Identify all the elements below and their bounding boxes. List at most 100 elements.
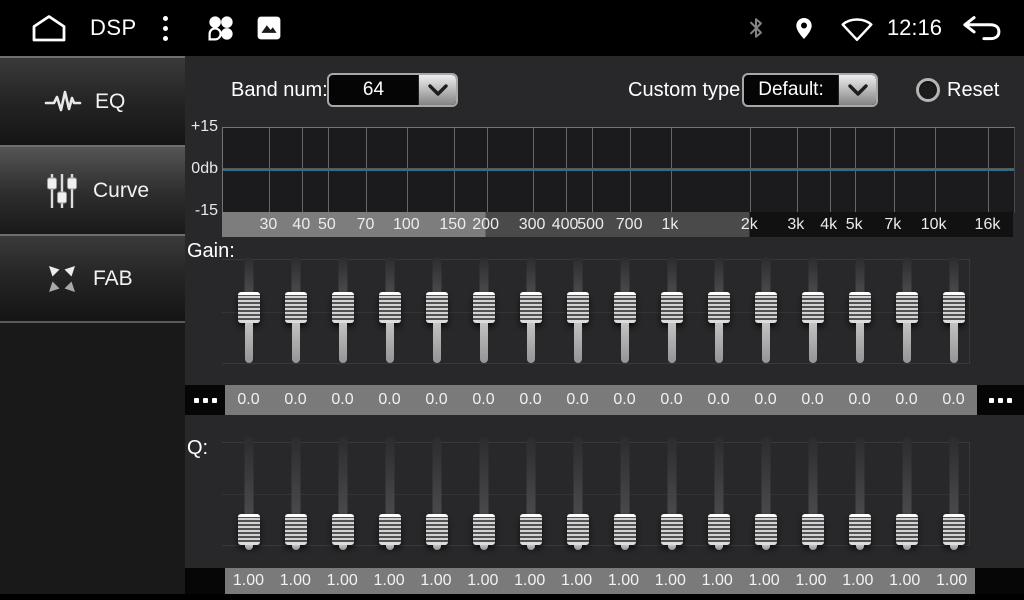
q-slider-knob[interactable] [379,514,401,545]
q-slider[interactable] [554,437,601,552]
gain-slider-knob[interactable] [896,292,918,323]
gain-slider[interactable] [648,251,695,371]
back-icon[interactable] [958,13,1004,43]
q-slider-knob[interactable] [520,514,542,545]
q-slider[interactable] [930,437,977,552]
q-slider[interactable] [319,437,366,552]
gain-slider-knob[interactable] [567,292,589,323]
gain-slider[interactable] [695,251,742,371]
q-slider[interactable] [695,437,742,552]
gain-scroll-right-button[interactable] [977,385,1024,415]
gain-scroll-left-button[interactable] [185,385,225,415]
q-slider[interactable] [366,437,413,552]
gain-slider-knob[interactable] [802,292,824,323]
gain-slider-knob[interactable] [238,292,260,323]
sidebar-item-eq[interactable]: EQ [0,56,185,145]
q-slider[interactable] [413,437,460,552]
q-slider-knob[interactable] [802,514,824,545]
gain-slider-knob[interactable] [379,292,401,323]
q-label: Q: [187,437,208,460]
clock: 12:16 [887,15,942,41]
gain-slider[interactable] [554,251,601,371]
q-slider[interactable] [648,437,695,552]
q-slider[interactable] [507,437,554,552]
q-slider[interactable] [272,437,319,552]
q-slider[interactable] [460,437,507,552]
gain-slider[interactable] [366,251,413,371]
gain-slider[interactable] [601,251,648,371]
gain-slider-knob[interactable] [849,292,871,323]
gain-slider-knob[interactable] [755,292,777,323]
q-scroll-right-button[interactable] [975,568,1024,594]
eq-curve-plot[interactable] [222,127,1015,213]
custom-type-dropdown[interactable]: Default: [742,73,878,107]
q-slider-knob[interactable] [285,514,307,545]
q-slider-knob[interactable] [332,514,354,545]
q-slider-knob[interactable] [849,514,871,545]
chevron-down-icon[interactable] [838,75,876,105]
gain-slider-bank [225,251,977,371]
gain-slider-track [526,257,535,293]
q-slider-knob[interactable] [755,514,777,545]
q-slider[interactable] [225,437,272,552]
gain-slider-knob[interactable] [943,292,965,323]
gain-slider-knob[interactable] [473,292,495,323]
vertical-sliders-icon [44,171,80,211]
overflow-menu-icon[interactable] [163,16,168,41]
gain-slider[interactable] [930,251,977,371]
q-slider-track [668,545,676,550]
q-scroll-left-button[interactable] [185,568,225,594]
q-slider-knob[interactable] [943,514,965,545]
q-value-strip: 1.001.001.001.001.001.001.001.001.001.00… [225,568,975,594]
gain-slider-knob[interactable] [426,292,448,323]
gain-slider-knob[interactable] [520,292,542,323]
reset-radio[interactable] [916,78,940,102]
gain-slider[interactable] [225,251,272,371]
gallery-icon[interactable] [256,15,282,41]
apps-clover-icon[interactable] [206,13,236,43]
gain-slider[interactable] [272,251,319,371]
q-slider[interactable] [601,437,648,552]
gain-slider[interactable] [789,251,836,371]
gain-slider[interactable] [836,251,883,371]
band-num-dropdown[interactable]: 64 [327,73,458,107]
q-slider-knob[interactable] [473,514,495,545]
gain-slider[interactable] [460,251,507,371]
q-slider[interactable] [742,437,789,552]
q-slider-knob[interactable] [896,514,918,545]
chevron-down-icon[interactable] [418,75,456,105]
q-slider-knob[interactable] [614,514,636,545]
sidebar-item-curve[interactable]: Curve [0,145,185,234]
gain-slider[interactable] [742,251,789,371]
q-slider-knob[interactable] [426,514,448,545]
q-slider-track [715,545,723,550]
gain-slider[interactable] [319,251,366,371]
frequency-axis[interactable]: 304050701001502003004005007001k2k3k4k5k7… [222,212,1013,237]
q-slider-track [856,545,864,550]
q-slider-track [292,545,300,550]
q-slider-track [386,545,394,550]
q-slider[interactable] [883,437,930,552]
q-slider-knob[interactable] [661,514,683,545]
gain-slider[interactable] [883,251,930,371]
q-slider-knob[interactable] [238,514,260,545]
q-slider-knob[interactable] [708,514,730,545]
gain-value: 0.0 [789,385,836,415]
gain-slider-knob[interactable] [614,292,636,323]
gain-slider-knob[interactable] [285,292,307,323]
gain-slider-knob[interactable] [332,292,354,323]
q-slider[interactable] [789,437,836,552]
q-slider[interactable] [836,437,883,552]
gain-slider-knob[interactable] [661,292,683,323]
sidebar-item-fab[interactable]: FAB [0,234,185,323]
q-slider-knob[interactable] [567,514,589,545]
home-icon[interactable] [30,13,68,43]
gain-value: 0.0 [225,385,272,415]
quad-arrows-icon [44,261,80,297]
gain-slider[interactable] [413,251,460,371]
q-value: 1.00 [788,568,835,594]
gain-slider-knob[interactable] [708,292,730,323]
gain-value: 0.0 [883,385,930,415]
gain-slider-track [761,257,770,293]
gain-slider[interactable] [507,251,554,371]
